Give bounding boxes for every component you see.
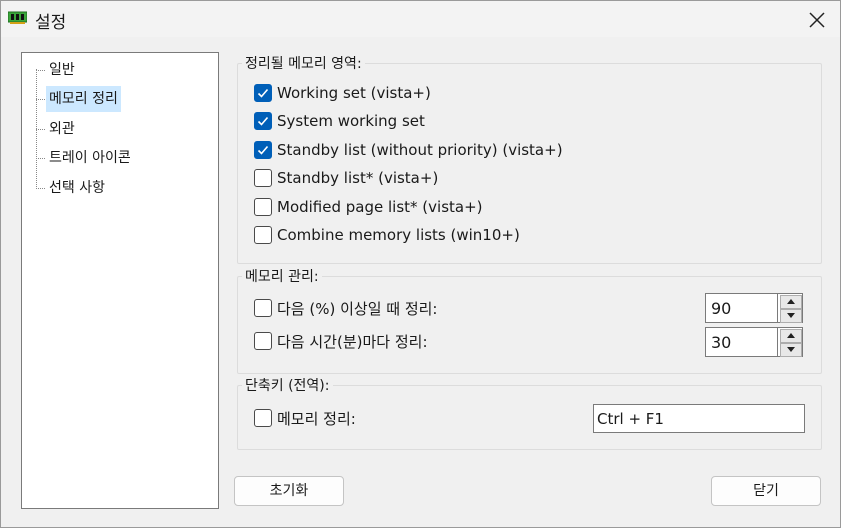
tree-branch <box>36 70 45 71</box>
interval-spinner[interactable]: 30 <box>705 327 803 357</box>
title-bar[interactable]: 설정 <box>1 1 840 37</box>
checkbox-label: Working set (vista+) <box>277 84 431 102</box>
arrow-up-icon <box>787 333 795 338</box>
checkbox[interactable] <box>254 409 272 427</box>
group-legend: 단축키 (전역): <box>245 378 330 394</box>
memory-chip-icon <box>8 11 27 24</box>
checkbox-label: 다음 시간(분)마다 정리: <box>277 332 428 351</box>
checkmark-icon <box>257 145 269 155</box>
checkmark-icon <box>257 88 269 98</box>
close-icon[interactable] <box>804 7 830 33</box>
option-hotkey-clean[interactable]: 메모리 정리: <box>254 406 356 430</box>
checkbox[interactable] <box>254 299 272 317</box>
checkbox-label: Modified page list* (vista+) <box>277 198 483 216</box>
checkbox-label: 메모리 정리: <box>277 409 356 428</box>
checkbox[interactable] <box>254 169 272 187</box>
percent-value[interactable]: 90 <box>705 293 779 323</box>
settings-window: 설정 일반 메모리 정리 외관 트레이 아이콘 선택 사항 정리될 메모리 영역… <box>0 0 841 528</box>
spin-down-button[interactable] <box>780 343 802 357</box>
percent-spinner[interactable]: 90 <box>705 293 803 323</box>
arrow-down-icon <box>787 313 795 318</box>
checkmark-icon <box>257 116 269 126</box>
arrow-down-icon <box>787 347 795 352</box>
checkbox[interactable] <box>254 84 272 102</box>
checkbox[interactable] <box>254 332 272 350</box>
option-modified-page-list[interactable]: Modified page list* (vista+) <box>254 195 483 219</box>
spinner-buttons <box>777 293 803 323</box>
close-button[interactable]: 닫기 <box>711 476 821 506</box>
group-legend: 메모리 관리: <box>245 269 319 285</box>
tree-branch <box>36 129 45 130</box>
tree-item-label: 트레이 아이콘 <box>49 150 131 166</box>
option-working-set[interactable]: Working set (vista+) <box>254 81 431 105</box>
checkbox-label: Standby list* (vista+) <box>277 169 439 187</box>
tree-branch <box>36 99 45 100</box>
hotkey-input[interactable]: Ctrl + F1 <box>593 404 805 433</box>
reset-button[interactable]: 초기화 <box>234 476 344 506</box>
checkbox-label: Combine memory lists (win10+) <box>277 226 520 244</box>
tree-branch <box>36 188 45 189</box>
settings-tree[interactable]: 일반 메모리 정리 외관 트레이 아이콘 선택 사항 <box>21 52 219 509</box>
spin-up-button[interactable] <box>780 295 802 309</box>
tree-item-label: 일반 <box>49 62 75 78</box>
tree-item-label: 메모리 정리 <box>46 86 121 112</box>
tree-item-label: 선택 사항 <box>49 180 105 196</box>
option-clean-every-minutes[interactable]: 다음 시간(분)마다 정리: <box>254 329 428 353</box>
checkbox[interactable] <box>254 226 272 244</box>
checkbox-label: Standby list (without priority) (vista+) <box>277 141 563 159</box>
group-legend: 정리될 메모리 영역: <box>245 56 362 72</box>
option-clean-above-percent[interactable]: 다음 (%) 이상일 때 정리: <box>254 296 437 320</box>
spinner-buttons <box>777 327 803 357</box>
checkbox-label: 다음 (%) 이상일 때 정리: <box>277 299 438 318</box>
arrow-up-icon <box>787 299 795 304</box>
option-standby-list-no-priority[interactable]: Standby list (without priority) (vista+) <box>254 138 563 162</box>
option-standby-list[interactable]: Standby list* (vista+) <box>254 166 438 190</box>
checkbox[interactable] <box>254 198 272 216</box>
option-combine-memory-lists[interactable]: Combine memory lists (win10+) <box>254 223 520 247</box>
checkbox[interactable] <box>254 141 272 159</box>
spin-up-button[interactable] <box>780 329 802 343</box>
tree-branch <box>36 158 45 159</box>
window-title: 설정 <box>35 13 67 33</box>
option-system-working-set[interactable]: System working set <box>254 109 425 133</box>
interval-value[interactable]: 30 <box>705 327 779 357</box>
spin-down-button[interactable] <box>780 309 802 323</box>
checkbox-label: System working set <box>277 112 425 130</box>
tree-item-label: 외관 <box>49 121 75 137</box>
checkbox[interactable] <box>254 112 272 130</box>
